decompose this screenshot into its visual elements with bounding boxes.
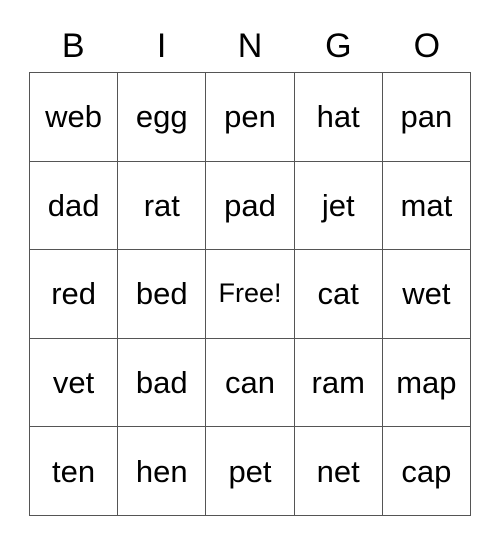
bingo-cell-b1[interactable]: web xyxy=(30,73,119,162)
bingo-cell-b3[interactable]: red xyxy=(30,250,119,339)
bingo-cell-b2[interactable]: dad xyxy=(30,161,119,251)
bingo-cell-label: can xyxy=(225,365,275,401)
bingo-cell-label: mat xyxy=(400,187,453,223)
bingo-cell-label: web xyxy=(45,99,103,135)
bingo-cell-free-space[interactable]: Free! xyxy=(206,250,295,339)
bingo-cell-label: bed xyxy=(135,276,188,312)
bingo-cell-label: red xyxy=(51,276,96,312)
bingo-header-letter-b: B xyxy=(61,27,85,65)
bingo-cell-g5[interactable]: net xyxy=(294,427,383,516)
bingo-header-row: B I N G O xyxy=(29,20,471,72)
bingo-cell-label: pen xyxy=(224,99,276,135)
bingo-cell-label: bad xyxy=(135,365,188,401)
bingo-cell-g1[interactable]: hat xyxy=(294,73,383,162)
bingo-cell-label: hat xyxy=(316,99,360,135)
bingo-cell-label: vet xyxy=(52,365,95,401)
bingo-cell-g4[interactable]: ram xyxy=(294,338,383,428)
bingo-cell-b5[interactable]: ten xyxy=(30,427,119,516)
bingo-grid: web egg pen hat pan dad rat pad jet mat … xyxy=(29,72,471,516)
bingo-cell-label: cap xyxy=(401,453,452,489)
bingo-cell-o3[interactable]: wet xyxy=(382,250,471,339)
bingo-cell-label: pad xyxy=(224,187,276,223)
bingo-cell-o5[interactable]: cap xyxy=(382,427,471,516)
bingo-cell-label: net xyxy=(316,453,360,489)
bingo-card: B I N G O web egg pen hat pan dad rat pa… xyxy=(29,20,471,516)
bingo-cell-label: wet xyxy=(402,276,451,312)
bingo-cell-label: ten xyxy=(52,453,96,489)
bingo-cell-label: dad xyxy=(47,187,100,223)
bingo-header-letter-o: O xyxy=(413,27,441,65)
bingo-cell-label: jet xyxy=(321,187,355,223)
bingo-cell-i3[interactable]: bed xyxy=(118,250,207,339)
bingo-cell-o4[interactable]: map xyxy=(382,338,471,428)
bingo-cell-b4[interactable]: vet xyxy=(30,338,119,428)
bingo-free-space-label: Free! xyxy=(218,278,282,309)
bingo-cell-label: egg xyxy=(135,99,188,135)
bingo-cell-n1[interactable]: pen xyxy=(206,73,295,162)
bingo-cell-label: rat xyxy=(143,187,180,223)
bingo-cell-label: ram xyxy=(311,365,365,401)
bingo-header-letter-g: G xyxy=(325,27,352,65)
bingo-cell-label: pet xyxy=(228,453,272,489)
bingo-header-letter-n: N xyxy=(237,27,263,65)
bingo-cell-i5[interactable]: hen xyxy=(118,427,207,516)
bingo-cell-g2[interactable]: jet xyxy=(294,161,383,251)
bingo-cell-label: map xyxy=(396,365,457,401)
bingo-cell-i1[interactable]: egg xyxy=(118,73,207,162)
bingo-cell-i2[interactable]: rat xyxy=(118,161,207,251)
bingo-cell-n2[interactable]: pad xyxy=(206,161,295,251)
bingo-cell-i4[interactable]: bad xyxy=(118,338,207,428)
bingo-cell-o2[interactable]: mat xyxy=(382,161,471,251)
bingo-cell-label: pan xyxy=(400,99,453,135)
bingo-cell-label: hen xyxy=(135,453,188,489)
bingo-cell-g3[interactable]: cat xyxy=(294,250,383,339)
bingo-cell-o1[interactable]: pan xyxy=(382,73,471,162)
bingo-cell-n5[interactable]: pet xyxy=(206,427,295,516)
bingo-header-letter-i: I xyxy=(156,27,167,65)
bingo-cell-n4[interactable]: can xyxy=(206,338,295,428)
bingo-cell-label: cat xyxy=(317,276,359,312)
